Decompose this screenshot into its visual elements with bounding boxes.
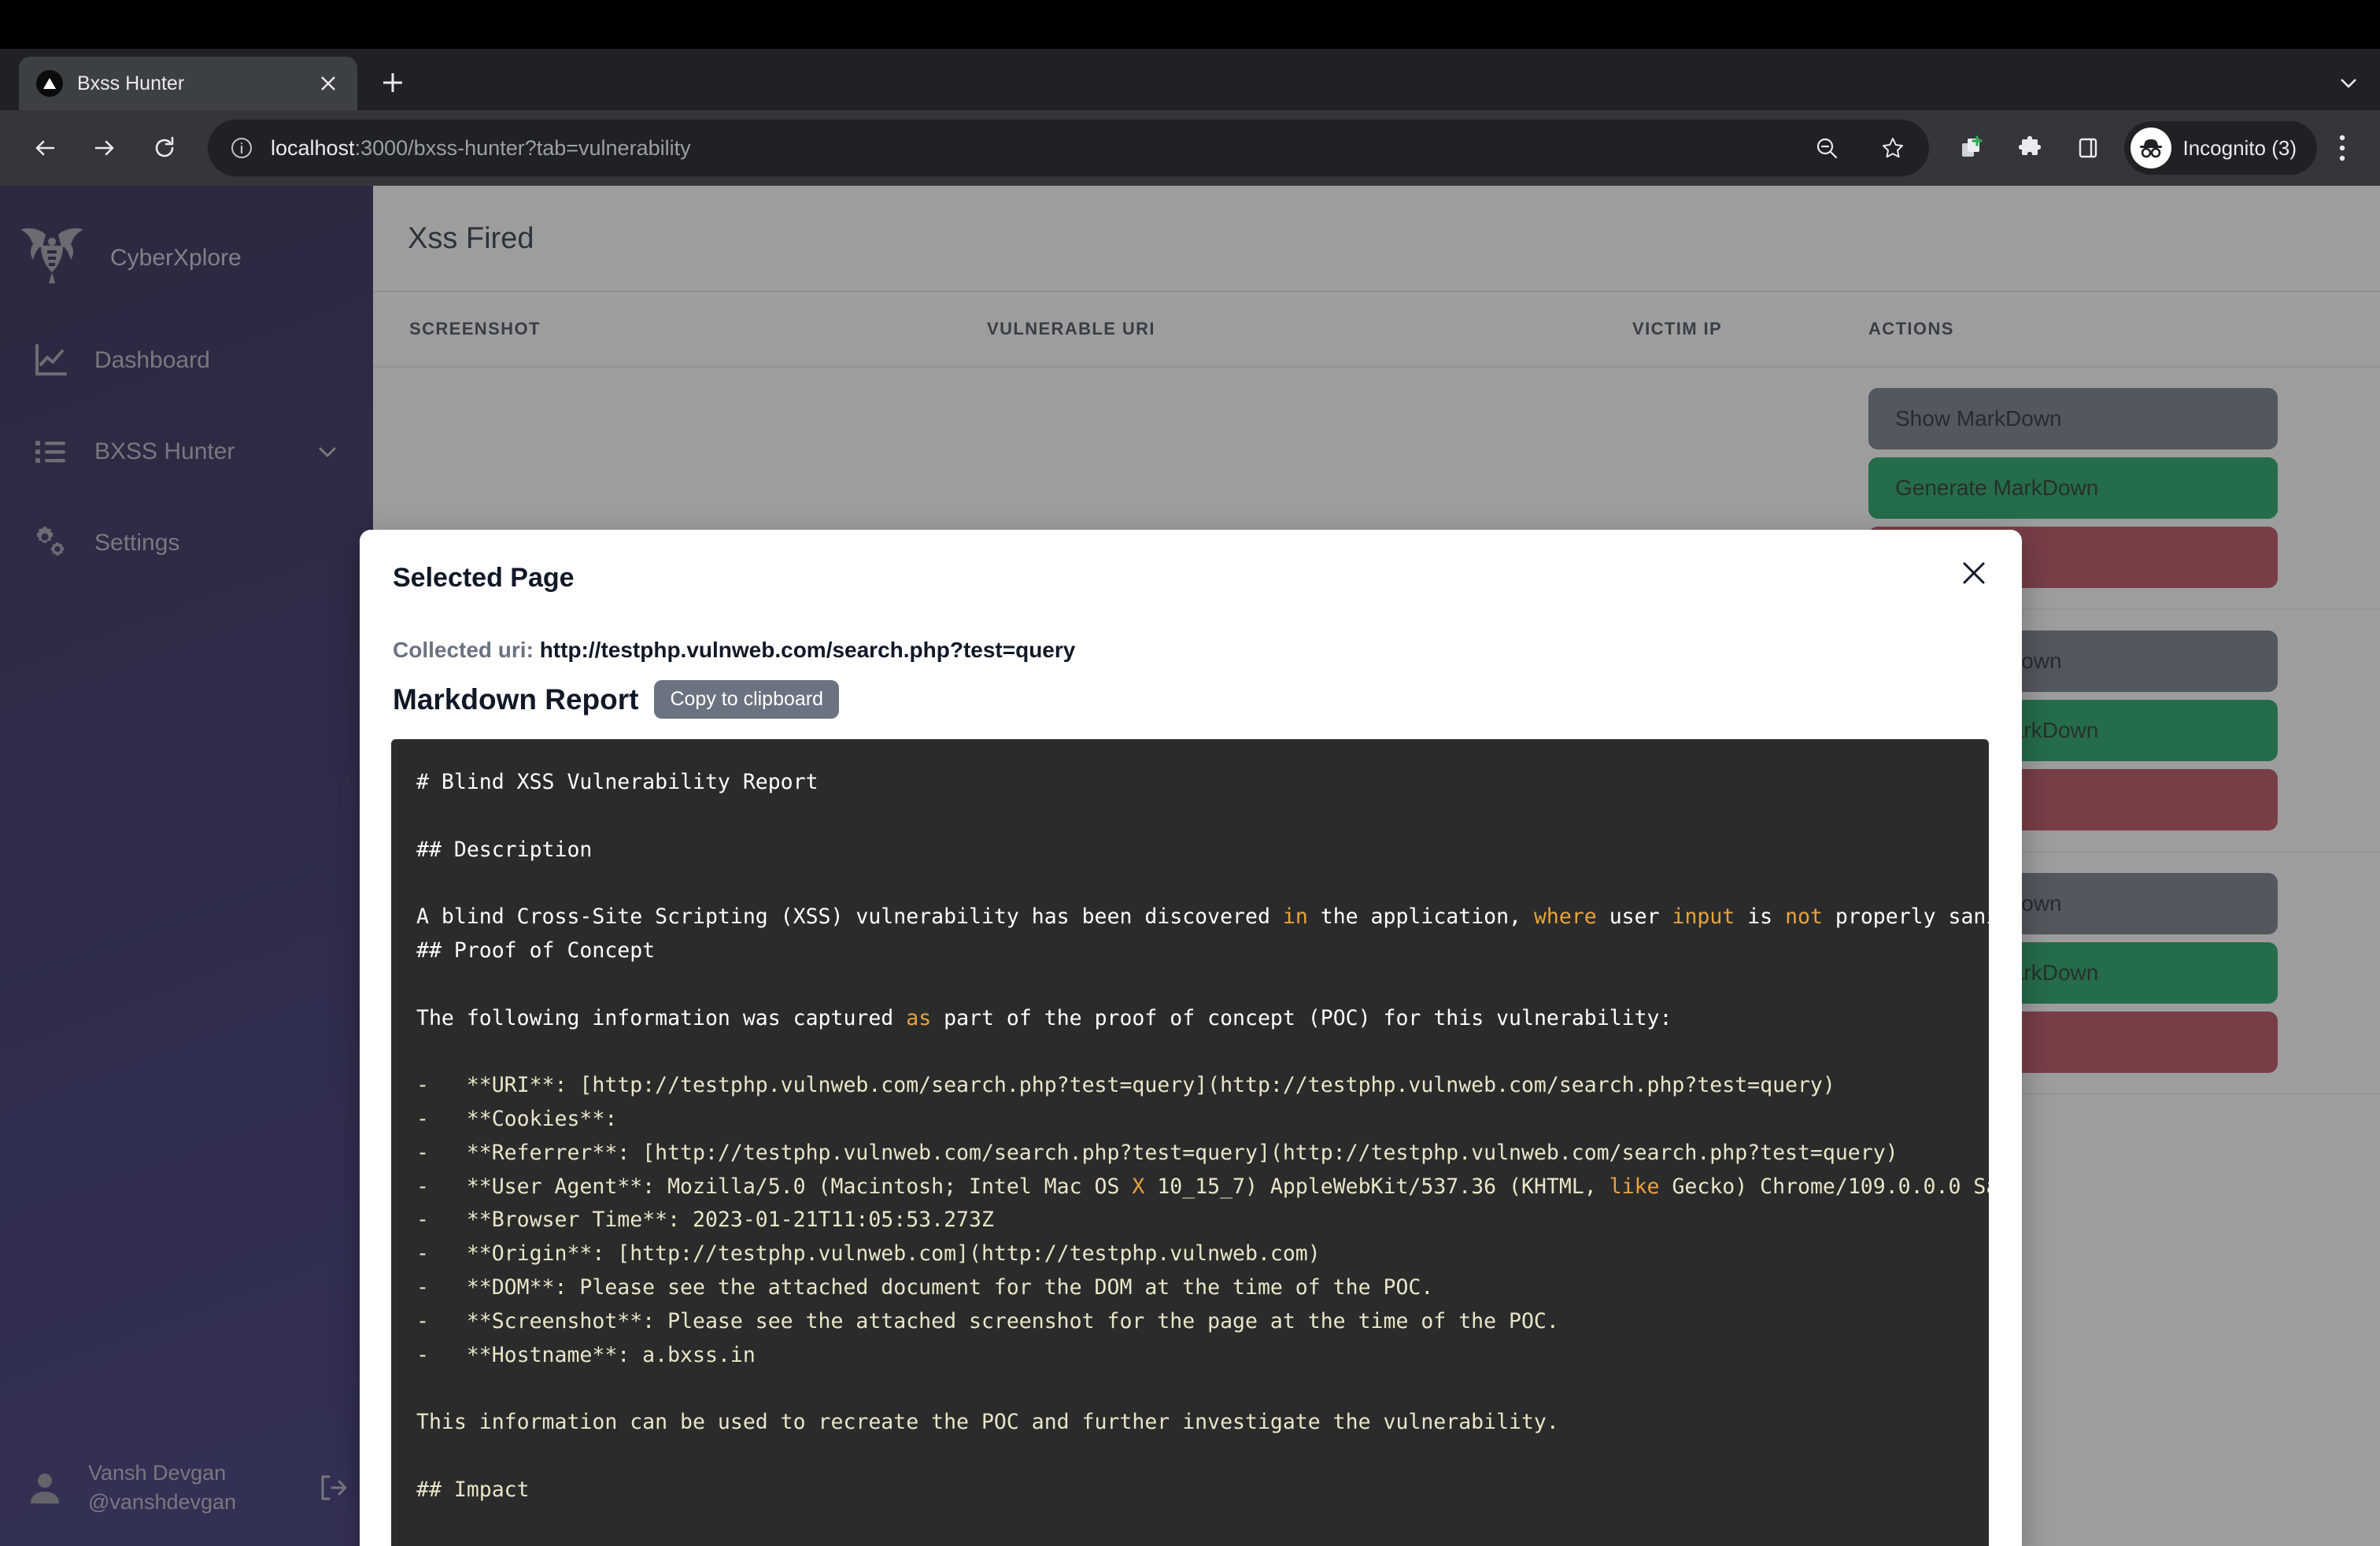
new-tab-button[interactable] (368, 58, 417, 107)
selected-page-modal: Selected Page Collected uri: http://test… (360, 530, 2022, 1546)
browser-window: Bxss Hunter localhost:3000/bxss-hunter?t… (0, 0, 2380, 1546)
extension-install-icon[interactable] (1945, 121, 1998, 175)
markdown-code-text: # Blind XSS Vulnerability Report ## Desc… (416, 770, 1989, 1502)
zoom-out-icon[interactable] (1802, 123, 1852, 173)
collected-uri-value: http://testphp.vulnweb.com/search.php?te… (539, 638, 1076, 662)
page-viewport: CyberXplore Dashboard (0, 186, 2380, 1546)
url-path: :3000/bxss-hunter?tab=vulnerability (354, 135, 691, 160)
markdown-report-heading: Markdown Report (393, 682, 639, 716)
incognito-hat-icon (2131, 128, 2172, 168)
url-host: localhost (271, 135, 355, 160)
collected-uri-label: Collected uri: (393, 638, 540, 662)
forward-button[interactable] (77, 120, 132, 176)
kebab-menu-icon[interactable] (2322, 121, 2363, 175)
star-icon[interactable] (1868, 123, 1918, 173)
browser-tab[interactable]: Bxss Hunter (19, 57, 357, 110)
browser-tabstrip: Bxss Hunter (0, 49, 2380, 110)
reload-button[interactable] (137, 120, 192, 176)
markdown-report-header: Markdown Report Copy to clipboard (360, 663, 2022, 719)
markdown-code-block[interactable]: # Blind XSS Vulnerability Report ## Desc… (391, 739, 1989, 1546)
profile-label: Incognito (3) (2182, 135, 2297, 160)
modal-title: Selected Page (393, 563, 575, 593)
info-circle-icon[interactable] (228, 135, 255, 161)
os-titlebar (0, 0, 2380, 49)
collected-uri-row: Collected uri: http://testphp.vulnweb.co… (360, 594, 2022, 663)
address-bar[interactable]: localhost:3000/bxss-hunter?tab=vulnerabi… (208, 120, 1930, 176)
browser-toolbar: localhost:3000/bxss-hunter?tab=vulnerabi… (0, 110, 2380, 186)
profile-incognito-button[interactable]: Incognito (3) (2124, 121, 2317, 175)
close-icon[interactable] (1948, 547, 2000, 599)
puzzle-extensions-icon[interactable] (2003, 121, 2057, 175)
url-text: localhost:3000/bxss-hunter?tab=vulnerabi… (271, 136, 1786, 161)
triangle-favicon (36, 70, 63, 97)
copy-to-clipboard-button[interactable]: Copy to clipboard (654, 680, 840, 719)
chevron-down-icon[interactable] (2317, 58, 2380, 107)
close-icon[interactable] (315, 70, 342, 97)
tab-title: Bxss Hunter (77, 72, 185, 94)
side-panel-icon[interactable] (2061, 121, 2115, 175)
back-button[interactable] (17, 120, 72, 176)
